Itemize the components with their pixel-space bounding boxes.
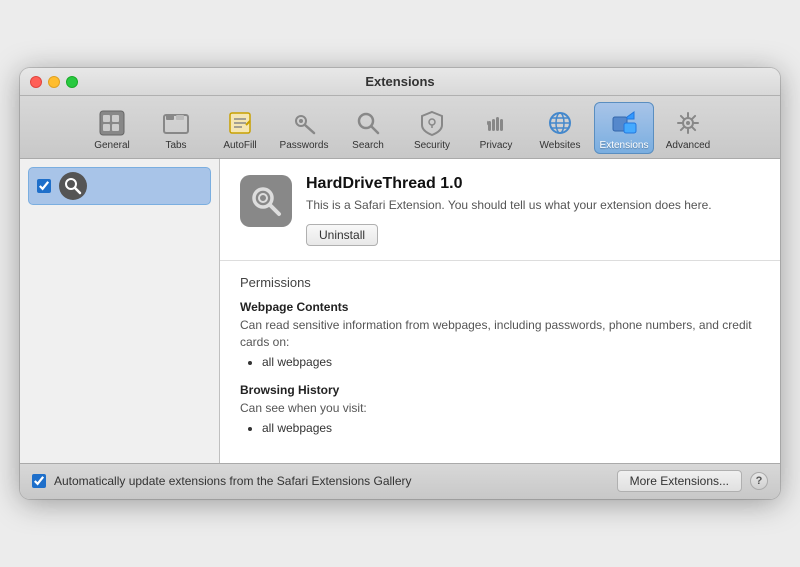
security-label: Security bbox=[414, 140, 450, 151]
permission-item-1-0: all webpages bbox=[262, 421, 760, 435]
extension-sidebar-icon bbox=[59, 172, 87, 200]
permission-group-browsing-history: Browsing History Can see when you visit:… bbox=[240, 383, 760, 435]
general-label: General bbox=[94, 140, 130, 151]
autofill-label: AutoFill bbox=[223, 140, 256, 151]
detail-panel: HardDriveThread 1.0 This is a Safari Ext… bbox=[220, 159, 780, 462]
extension-enabled-checkbox[interactable] bbox=[37, 179, 51, 193]
autofill-icon bbox=[224, 107, 256, 139]
security-icon bbox=[416, 107, 448, 139]
more-extensions-button[interactable]: More Extensions... bbox=[617, 470, 742, 492]
toolbar-item-security[interactable]: Security bbox=[402, 103, 462, 153]
extension-info: HardDriveThread 1.0 This is a Safari Ext… bbox=[306, 175, 760, 246]
permissions-heading: Permissions bbox=[240, 275, 760, 290]
extension-name: HardDriveThread 1.0 bbox=[306, 175, 760, 193]
privacy-icon bbox=[480, 107, 512, 139]
general-icon bbox=[96, 107, 128, 139]
toolbar-item-search[interactable]: Search bbox=[338, 103, 398, 153]
toolbar-item-websites[interactable]: Websites bbox=[530, 103, 590, 153]
extensions-icon bbox=[608, 107, 640, 139]
permission-group-webpage-contents: Webpage Contents Can read sensitive info… bbox=[240, 300, 760, 369]
close-button[interactable] bbox=[30, 76, 42, 88]
permission-desc-1: Can see when you visit: bbox=[240, 400, 760, 417]
toolbar-item-tabs[interactable]: Tabs bbox=[146, 103, 206, 153]
auto-update-label: Automatically update extensions from the… bbox=[54, 474, 609, 488]
extensions-label: Extensions bbox=[600, 140, 649, 151]
permission-title-0: Webpage Contents bbox=[240, 300, 760, 314]
permission-title-1: Browsing History bbox=[240, 383, 760, 397]
search-label: Search bbox=[352, 140, 384, 151]
toolbar-item-general[interactable]: General bbox=[82, 103, 142, 153]
permission-list-0: all webpages bbox=[240, 355, 760, 369]
sidebar bbox=[20, 159, 220, 462]
tabs-label: Tabs bbox=[165, 140, 186, 151]
extension-description: This is a Safari Extension. You should t… bbox=[306, 197, 760, 214]
toolbar: General Tabs bbox=[20, 96, 780, 159]
advanced-label: Advanced bbox=[666, 140, 710, 151]
bottom-bar: Automatically update extensions from the… bbox=[20, 463, 780, 499]
tabs-icon bbox=[160, 107, 192, 139]
websites-label: Websites bbox=[540, 140, 581, 151]
window-title: Extensions bbox=[365, 74, 434, 89]
traffic-lights bbox=[30, 76, 78, 88]
permission-item-0-0: all webpages bbox=[262, 355, 760, 369]
permissions-section: Permissions Webpage Contents Can read se… bbox=[220, 261, 780, 462]
toolbar-item-passwords[interactable]: Passwords bbox=[274, 103, 334, 153]
privacy-label: Privacy bbox=[480, 140, 513, 151]
sidebar-extension-item[interactable] bbox=[28, 167, 211, 205]
extension-header: HardDriveThread 1.0 This is a Safari Ext… bbox=[220, 159, 780, 261]
search-icon bbox=[352, 107, 384, 139]
help-button[interactable]: ? bbox=[750, 472, 768, 490]
passwords-icon bbox=[288, 107, 320, 139]
websites-icon bbox=[544, 107, 576, 139]
preferences-window: Extensions General bbox=[20, 68, 780, 498]
auto-update-checkbox[interactable] bbox=[32, 474, 46, 488]
minimize-button[interactable] bbox=[48, 76, 60, 88]
toolbar-item-advanced[interactable]: Advanced bbox=[658, 103, 718, 153]
extension-icon bbox=[240, 175, 292, 227]
advanced-icon bbox=[672, 107, 704, 139]
maximize-button[interactable] bbox=[66, 76, 78, 88]
toolbar-item-extensions[interactable]: Extensions bbox=[594, 102, 654, 154]
permission-list-1: all webpages bbox=[240, 421, 760, 435]
permission-desc-0: Can read sensitive information from webp… bbox=[240, 317, 760, 351]
uninstall-button[interactable]: Uninstall bbox=[306, 224, 378, 246]
main-content: HardDriveThread 1.0 This is a Safari Ext… bbox=[20, 159, 780, 462]
titlebar: Extensions bbox=[20, 68, 780, 96]
toolbar-item-privacy[interactable]: Privacy bbox=[466, 103, 526, 153]
toolbar-item-autofill[interactable]: AutoFill bbox=[210, 103, 270, 153]
passwords-label: Passwords bbox=[280, 140, 329, 151]
